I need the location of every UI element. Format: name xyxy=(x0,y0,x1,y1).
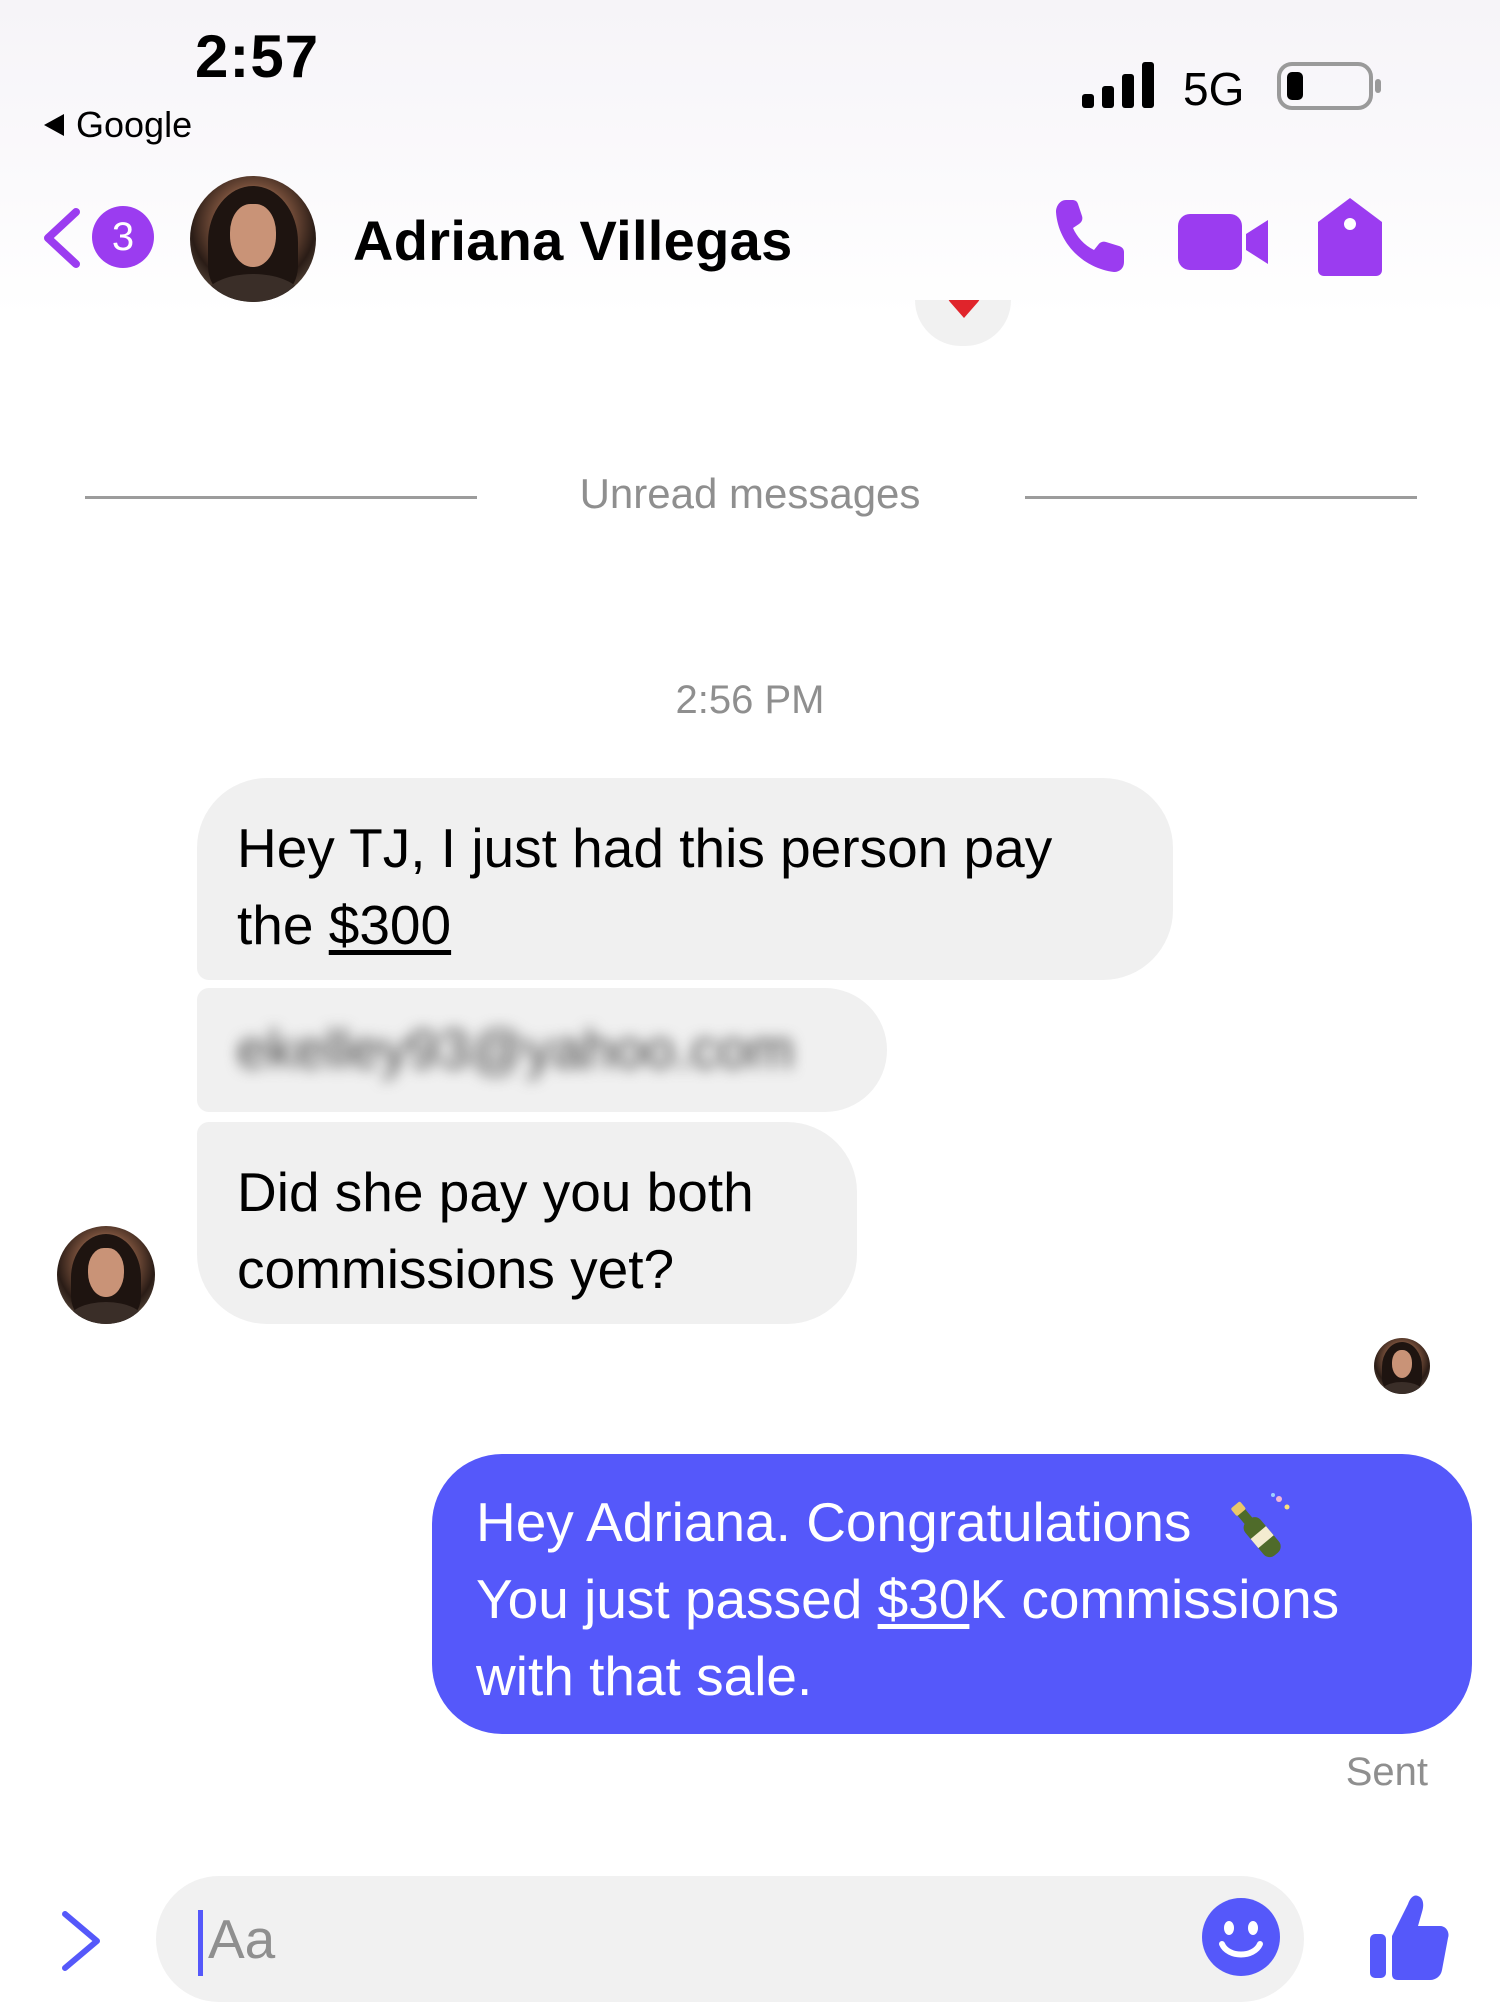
back-chevron-icon xyxy=(44,208,80,268)
message-line-3: with that sale. xyxy=(476,1645,813,1708)
reaction-peek xyxy=(915,300,1011,346)
thumbs-up-icon[interactable] xyxy=(1368,1892,1450,1982)
read-receipt-avatar xyxy=(1374,1338,1430,1394)
sender-avatar[interactable] xyxy=(57,1226,155,1324)
network-type: 5G xyxy=(1183,63,1245,115)
message-line-2-end: K commissions xyxy=(969,1568,1340,1631)
signal-strength-icon xyxy=(1082,62,1154,108)
incoming-message-blurred[interactable]: ekelley93@yahoo.com xyxy=(197,988,887,1112)
video-camera-icon[interactable] xyxy=(1178,212,1270,272)
incoming-message[interactable]: Did she pay you both commissions yet? xyxy=(197,1122,857,1324)
back-triangle-icon xyxy=(44,114,64,136)
emoji-icon[interactable] xyxy=(1200,1896,1282,1978)
blurred-email: ekelley93@yahoo.com xyxy=(237,1018,795,1080)
unread-count-badge: 3 xyxy=(92,206,154,268)
contact-name[interactable]: Adriana Villegas xyxy=(353,208,793,273)
phone-icon[interactable] xyxy=(1052,196,1128,276)
champagne-bottle-icon xyxy=(1231,1493,1290,1558)
contact-avatar[interactable] xyxy=(190,176,316,302)
back-to-app-link[interactable]: Google xyxy=(44,104,192,146)
message-timestamp: 2:56 PM xyxy=(675,678,825,722)
battery-icon xyxy=(1277,62,1381,110)
message-input[interactable]: Aa xyxy=(208,1906,275,1972)
expand-chevron-icon[interactable] xyxy=(55,1906,107,1976)
amount-link[interactable]: $30 xyxy=(878,1568,970,1630)
message-line-1: Hey Adriana. Congratulations xyxy=(476,1491,1192,1553)
amount-link[interactable]: $300 xyxy=(329,894,451,956)
back-app-label: Google xyxy=(76,104,193,145)
message-composer[interactable]: Aa xyxy=(156,1876,1304,2002)
heart-reaction-icon xyxy=(948,300,980,318)
avatar-face xyxy=(88,1247,124,1297)
outgoing-message[interactable]: Hey Adriana. Congratulations You just pa… xyxy=(432,1454,1472,1734)
incoming-message[interactable]: Hey TJ, I just had this person pay the $… xyxy=(197,778,1173,980)
back-button[interactable]: 3 xyxy=(40,202,170,272)
status-time: 2:57 xyxy=(195,23,320,90)
text-caret xyxy=(198,1910,203,1976)
message-line-2-start: You just passed xyxy=(476,1568,878,1631)
sent-status: Sent xyxy=(1345,1750,1428,1794)
message-text: Did she pay you both commissions yet? xyxy=(237,1161,754,1300)
avatar-face xyxy=(230,203,276,267)
tag-icon[interactable] xyxy=(1316,196,1384,278)
unread-messages-label: Unread messages xyxy=(579,470,921,517)
